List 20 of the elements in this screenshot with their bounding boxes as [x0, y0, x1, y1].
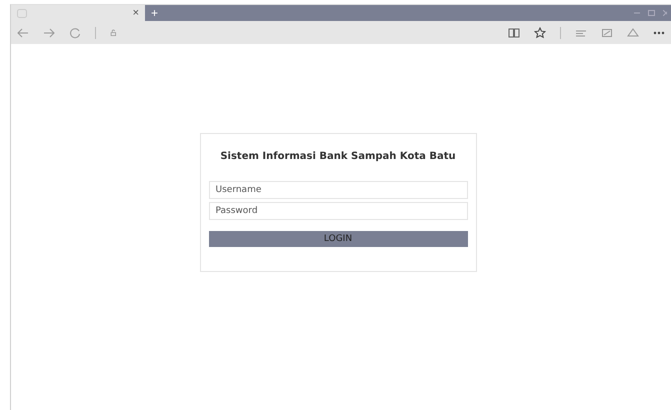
login-title: Sistem Informasi Bank Sampah Kota Batu: [219, 151, 457, 162]
forward-icon[interactable]: [43, 26, 55, 38]
minimize-icon[interactable]: [634, 12, 640, 14]
browser-tab[interactable]: ×: [11, 5, 145, 21]
new-tab-button[interactable]: +: [145, 5, 164, 21]
lock-icon[interactable]: [110, 26, 119, 38]
login-button[interactable]: LOGIN: [208, 231, 468, 247]
share-icon[interactable]: [627, 26, 639, 38]
refresh-icon[interactable]: [69, 26, 81, 38]
page-icon: [17, 8, 27, 18]
maximize-icon[interactable]: [648, 10, 655, 16]
back-icon[interactable]: [17, 26, 29, 38]
username-field[interactable]: Username: [208, 181, 468, 199]
book-icon[interactable]: [508, 26, 520, 38]
more-icon[interactable]: [653, 30, 665, 34]
note-icon[interactable]: [601, 26, 613, 38]
star-icon[interactable]: [534, 26, 546, 38]
close-tab-button[interactable]: ×: [132, 8, 139, 18]
password-field[interactable]: Password: [208, 202, 468, 220]
close-icon[interactable]: [663, 10, 667, 16]
